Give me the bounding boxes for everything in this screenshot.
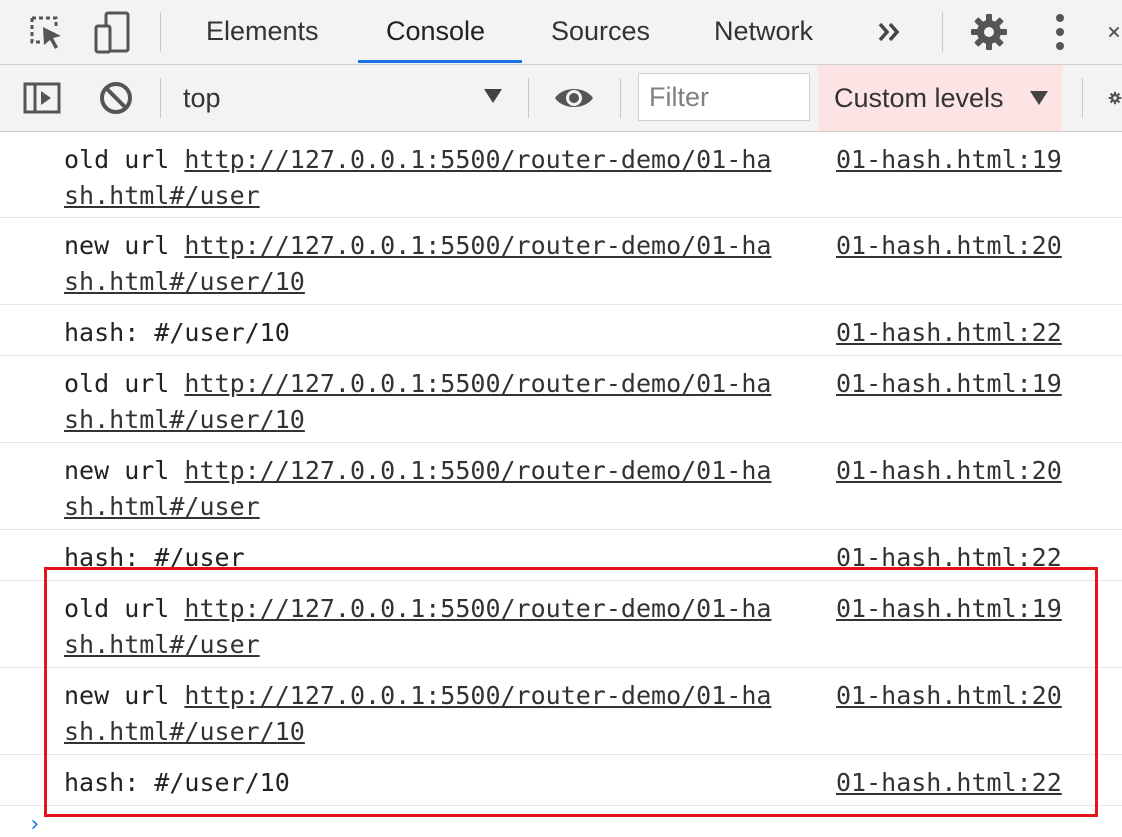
toolbar-divider	[620, 78, 621, 118]
settings-button[interactable]	[966, 0, 1012, 64]
context-dropdown-arrow[interactable]	[484, 89, 502, 103]
show-sidebar-button[interactable]	[20, 65, 64, 131]
toolbar-divider	[160, 78, 161, 118]
filter-input[interactable]	[638, 73, 810, 121]
chevron-down-icon	[1030, 91, 1048, 105]
source-link[interactable]: 01-hash.html:20	[836, 228, 1062, 264]
message-link[interactable]: sh.html#/user	[64, 181, 260, 210]
source-link[interactable]: 01-hash.html:20	[836, 678, 1062, 714]
device-toggle-icon	[94, 11, 130, 54]
sidebar-toggle-icon	[23, 82, 61, 114]
message-text: old url http://127.0.0.1:5500/router-dem…	[64, 145, 772, 210]
console-message: hash: #/user/10 01-hash.html:22	[0, 755, 1122, 806]
tab-network[interactable]: Network	[714, 0, 813, 64]
kebab-menu-icon	[1056, 14, 1064, 50]
message-text: hash: #/user	[64, 543, 245, 572]
toolbar-divider	[528, 78, 529, 118]
message-text: hash: #/user/10	[64, 768, 290, 797]
message-text: new url http://127.0.0.1:5500/router-dem…	[64, 681, 772, 746]
console-message: hash: #/user/10 01-hash.html:22	[0, 305, 1122, 356]
message-link[interactable]: http://127.0.0.1:5500/router-demo/01-ha	[184, 456, 771, 485]
toolbar-divider	[1082, 78, 1083, 118]
message-text: hash: #/user/10	[64, 318, 290, 347]
tab-elements[interactable]: Elements	[206, 0, 319, 64]
message-link[interactable]: sh.html#/user/10	[64, 267, 305, 296]
cursor-select-icon	[30, 16, 61, 49]
close-icon	[1108, 26, 1120, 38]
log-levels-dropdown[interactable]: Custom levels	[818, 65, 1062, 131]
message-link[interactable]: http://127.0.0.1:5500/router-demo/01-ha	[184, 594, 771, 623]
tab-console[interactable]: Console	[386, 0, 485, 64]
inspect-element-button[interactable]	[22, 0, 70, 64]
console-message: new url http://127.0.0.1:5500/router-dem…	[0, 443, 1122, 530]
message-link[interactable]: http://127.0.0.1:5500/router-demo/01-ha	[184, 145, 771, 174]
more-options-button[interactable]	[1038, 0, 1082, 64]
message-link[interactable]: sh.html#/user/10	[64, 405, 305, 434]
console-message: new url http://127.0.0.1:5500/router-dem…	[0, 668, 1122, 755]
devtools-tab-bar: Elements Console Sources Network	[0, 0, 1122, 65]
double-chevron-icon	[878, 22, 900, 42]
message-text: old url http://127.0.0.1:5500/router-dem…	[64, 594, 772, 659]
console-toolbar: top Custom levels	[0, 65, 1122, 132]
live-expression-button[interactable]	[550, 65, 598, 131]
console-messages: old url http://127.0.0.1:5500/router-dem…	[0, 132, 1122, 834]
console-prompt[interactable]: ›	[28, 814, 41, 836]
message-link[interactable]: http://127.0.0.1:5500/router-demo/01-ha	[184, 681, 771, 710]
message-link[interactable]: http://127.0.0.1:5500/router-demo/01-ha	[184, 369, 771, 398]
message-link[interactable]: sh.html#/user	[64, 492, 260, 521]
log-levels-label: Custom levels	[834, 83, 1004, 113]
more-tabs-button[interactable]	[868, 0, 912, 64]
console-settings-button[interactable]	[1108, 65, 1122, 131]
console-message: old url http://127.0.0.1:5500/router-dem…	[0, 132, 1122, 218]
context-selector[interactable]: top	[183, 65, 221, 131]
message-link[interactable]: http://127.0.0.1:5500/router-demo/01-ha	[184, 231, 771, 260]
source-link[interactable]: 01-hash.html:19	[836, 366, 1062, 402]
source-link[interactable]: 01-hash.html:22	[836, 765, 1062, 801]
source-link[interactable]: 01-hash.html:19	[836, 591, 1062, 627]
console-message: new url http://127.0.0.1:5500/router-dem…	[0, 218, 1122, 305]
source-link[interactable]: 01-hash.html:19	[836, 142, 1062, 178]
message-text: new url http://127.0.0.1:5500/router-dem…	[64, 456, 772, 521]
toolbar-divider	[160, 12, 161, 52]
eye-icon	[555, 89, 593, 107]
gear-icon	[1108, 91, 1122, 105]
console-message: old url http://127.0.0.1:5500/router-dem…	[0, 356, 1122, 443]
message-text: old url http://127.0.0.1:5500/router-dem…	[64, 369, 772, 434]
source-link[interactable]: 01-hash.html:22	[836, 540, 1062, 576]
device-toolbar-button[interactable]	[88, 0, 136, 64]
message-link[interactable]: sh.html#/user	[64, 630, 260, 659]
source-link[interactable]: 01-hash.html:20	[836, 453, 1062, 489]
tab-sources[interactable]: Sources	[551, 0, 650, 64]
close-devtools-button[interactable]	[1106, 0, 1122, 64]
clear-console-icon	[100, 82, 132, 114]
clear-console-button[interactable]	[94, 65, 138, 131]
message-text: new url http://127.0.0.1:5500/router-dem…	[64, 231, 772, 296]
console-message: old url http://127.0.0.1:5500/router-dem…	[0, 581, 1122, 668]
source-link[interactable]: 01-hash.html:22	[836, 315, 1062, 351]
toolbar-divider	[942, 12, 943, 52]
gear-icon	[971, 14, 1007, 50]
message-link[interactable]: sh.html#/user/10	[64, 717, 305, 746]
console-message: hash: #/user 01-hash.html:22	[0, 530, 1122, 581]
active-tab-indicator	[358, 60, 522, 63]
